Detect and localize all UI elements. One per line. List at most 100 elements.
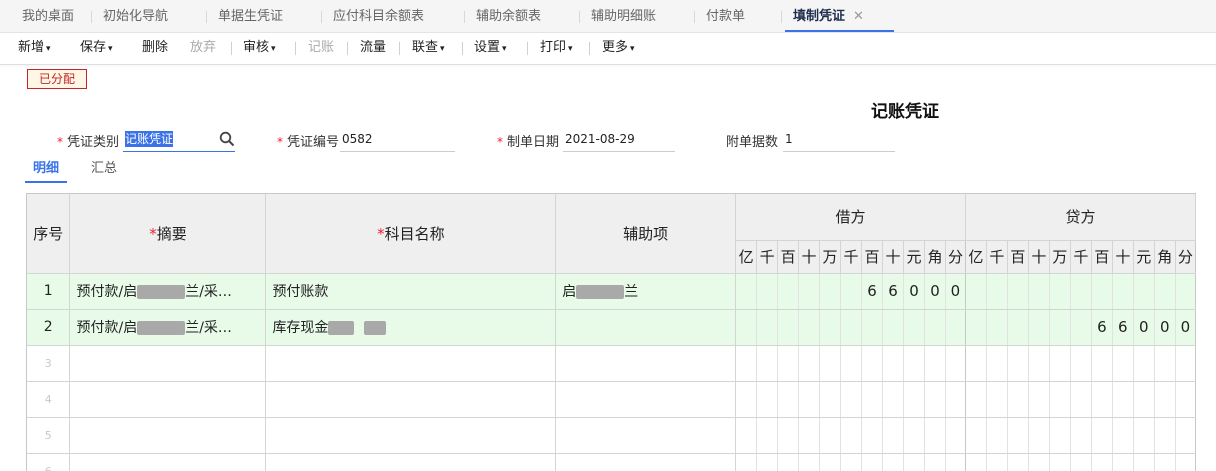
aux-cell[interactable] bbox=[555, 381, 737, 418]
credit-digit-cell[interactable]: 6 bbox=[1112, 309, 1134, 346]
credit-digit-cell[interactable] bbox=[1133, 417, 1155, 454]
credit-digit-cell[interactable] bbox=[965, 417, 987, 454]
credit-digit-cell[interactable] bbox=[1028, 417, 1050, 454]
debit-digit-cell[interactable] bbox=[735, 453, 758, 471]
credit-digit-cell[interactable] bbox=[1028, 273, 1050, 310]
credit-digit-cell[interactable] bbox=[986, 273, 1008, 310]
credit-digit-cell[interactable] bbox=[1091, 417, 1113, 454]
credit-digit-cell[interactable] bbox=[1070, 381, 1092, 418]
debit-digit-cell[interactable] bbox=[777, 309, 800, 346]
tab-summary[interactable]: 汇总 bbox=[91, 159, 117, 183]
tab-fill-voucher[interactable]: 填制凭证 ✕ bbox=[781, 0, 894, 33]
debit-digit-cell[interactable] bbox=[756, 309, 779, 346]
debit-digit-cell[interactable] bbox=[840, 453, 863, 471]
table-row[interactable]: 1 预付款/启 兰/采… 预付账款启兰 6 6 0 0 0 bbox=[27, 273, 1196, 310]
credit-digit-cell[interactable] bbox=[1007, 273, 1029, 310]
credit-digit-cell[interactable] bbox=[1091, 273, 1113, 310]
close-icon[interactable]: ✕ bbox=[853, 9, 864, 24]
credit-digit-cell[interactable] bbox=[965, 453, 987, 471]
tab-my-desktop[interactable]: 我的桌面 bbox=[22, 0, 74, 33]
account-cell[interactable]: 预付账款 bbox=[265, 273, 557, 310]
credit-digit-cell[interactable] bbox=[1154, 381, 1176, 418]
debit-digit-cell[interactable] bbox=[945, 453, 966, 471]
credit-digit-cell[interactable] bbox=[1007, 309, 1029, 346]
credit-digit-cell[interactable] bbox=[1091, 381, 1113, 418]
print-button[interactable]: 打印 ▾ bbox=[540, 33, 573, 63]
debit-digit-cell[interactable] bbox=[777, 273, 800, 310]
debit-digit-cell[interactable]: 6 bbox=[882, 273, 904, 310]
table-row[interactable]: 5 bbox=[27, 417, 1196, 454]
debit-digit-cell[interactable] bbox=[819, 345, 842, 382]
debit-digit-cell[interactable] bbox=[777, 381, 800, 418]
debit-digit-cell[interactable] bbox=[840, 309, 863, 346]
debit-digit-cell[interactable] bbox=[924, 417, 946, 454]
debit-digit-cell[interactable] bbox=[924, 453, 946, 471]
debit-digit-cell[interactable] bbox=[945, 417, 966, 454]
aux-cell[interactable] bbox=[555, 417, 737, 454]
debit-digit-cell[interactable] bbox=[735, 417, 758, 454]
debit-digit-cell[interactable] bbox=[945, 381, 966, 418]
debit-digit-cell[interactable] bbox=[735, 273, 758, 310]
summary-cell[interactable] bbox=[69, 453, 267, 471]
credit-digit-cell[interactable] bbox=[1112, 453, 1134, 471]
debit-digit-cell[interactable] bbox=[882, 309, 904, 346]
credit-digit-cell[interactable] bbox=[1007, 345, 1029, 382]
debit-digit-cell[interactable] bbox=[756, 417, 779, 454]
voucher-number-input[interactable]: 0582 bbox=[340, 126, 455, 152]
summary-cell[interactable] bbox=[69, 417, 267, 454]
account-cell[interactable] bbox=[265, 345, 557, 382]
credit-digit-cell[interactable] bbox=[1112, 381, 1134, 418]
summary-cell[interactable] bbox=[69, 381, 267, 418]
debit-digit-cell[interactable] bbox=[903, 381, 925, 418]
debit-digit-cell[interactable] bbox=[924, 381, 946, 418]
debit-digit-cell[interactable] bbox=[903, 417, 925, 454]
debit-digit-cell[interactable] bbox=[840, 345, 863, 382]
review-button[interactable]: 审核 ▾ bbox=[243, 33, 276, 63]
account-cell[interactable] bbox=[265, 453, 557, 471]
credit-digit-cell[interactable] bbox=[965, 273, 987, 310]
tab-init-guide[interactable]: 初始化导航 bbox=[90, 0, 168, 33]
credit-digit-cell[interactable] bbox=[1091, 453, 1113, 471]
debit-digit-cell[interactable] bbox=[861, 417, 883, 454]
credit-digit-cell[interactable] bbox=[1028, 453, 1050, 471]
table-row[interactable]: 4 bbox=[27, 381, 1196, 418]
credit-digit-cell[interactable] bbox=[965, 309, 987, 346]
debit-digit-cell[interactable] bbox=[756, 273, 779, 310]
credit-digit-cell[interactable] bbox=[986, 345, 1008, 382]
debit-digit-cell[interactable] bbox=[798, 417, 821, 454]
credit-digit-cell[interactable] bbox=[1091, 345, 1113, 382]
aux-cell[interactable]: 启兰 bbox=[555, 273, 737, 310]
credit-digit-cell[interactable] bbox=[1133, 381, 1155, 418]
save-button[interactable]: 保存 ▾ bbox=[80, 33, 113, 63]
debit-digit-cell[interactable]: 0 bbox=[903, 273, 925, 310]
post-button[interactable]: 记账 bbox=[308, 33, 334, 63]
credit-digit-cell[interactable]: 0 bbox=[1154, 309, 1176, 346]
settings-button[interactable]: 设置 ▾ bbox=[474, 33, 507, 63]
debit-digit-cell[interactable] bbox=[861, 309, 883, 346]
credit-digit-cell[interactable] bbox=[1175, 381, 1196, 418]
summary-cell[interactable] bbox=[69, 345, 267, 382]
credit-digit-cell[interactable] bbox=[1049, 345, 1071, 382]
debit-digit-cell[interactable]: 0 bbox=[945, 273, 966, 310]
debit-digit-cell[interactable] bbox=[861, 381, 883, 418]
credit-digit-cell[interactable] bbox=[986, 453, 1008, 471]
credit-digit-cell[interactable] bbox=[1112, 417, 1134, 454]
tab-payable-balance[interactable]: 应付科目余额表 bbox=[320, 0, 424, 33]
tab-payment[interactable]: 付款单 bbox=[693, 0, 745, 33]
debit-digit-cell[interactable] bbox=[924, 345, 946, 382]
debit-digit-cell[interactable] bbox=[861, 453, 883, 471]
debit-digit-cell[interactable] bbox=[798, 273, 821, 310]
debit-digit-cell[interactable] bbox=[840, 273, 863, 310]
debit-digit-cell[interactable] bbox=[798, 381, 821, 418]
credit-digit-cell[interactable] bbox=[1007, 417, 1029, 454]
account-cell[interactable]: 库存现金 bbox=[265, 309, 557, 346]
discard-button[interactable]: 放弃 bbox=[190, 33, 216, 63]
credit-digit-cell[interactable] bbox=[965, 381, 987, 418]
credit-digit-cell[interactable] bbox=[1175, 273, 1196, 310]
debit-digit-cell[interactable]: 6 bbox=[861, 273, 883, 310]
credit-digit-cell[interactable] bbox=[1133, 273, 1155, 310]
credit-digit-cell[interactable]: 0 bbox=[1175, 309, 1196, 346]
debit-digit-cell[interactable] bbox=[882, 453, 904, 471]
debit-digit-cell[interactable] bbox=[903, 453, 925, 471]
add-button[interactable]: 新增 ▾ bbox=[18, 33, 51, 63]
